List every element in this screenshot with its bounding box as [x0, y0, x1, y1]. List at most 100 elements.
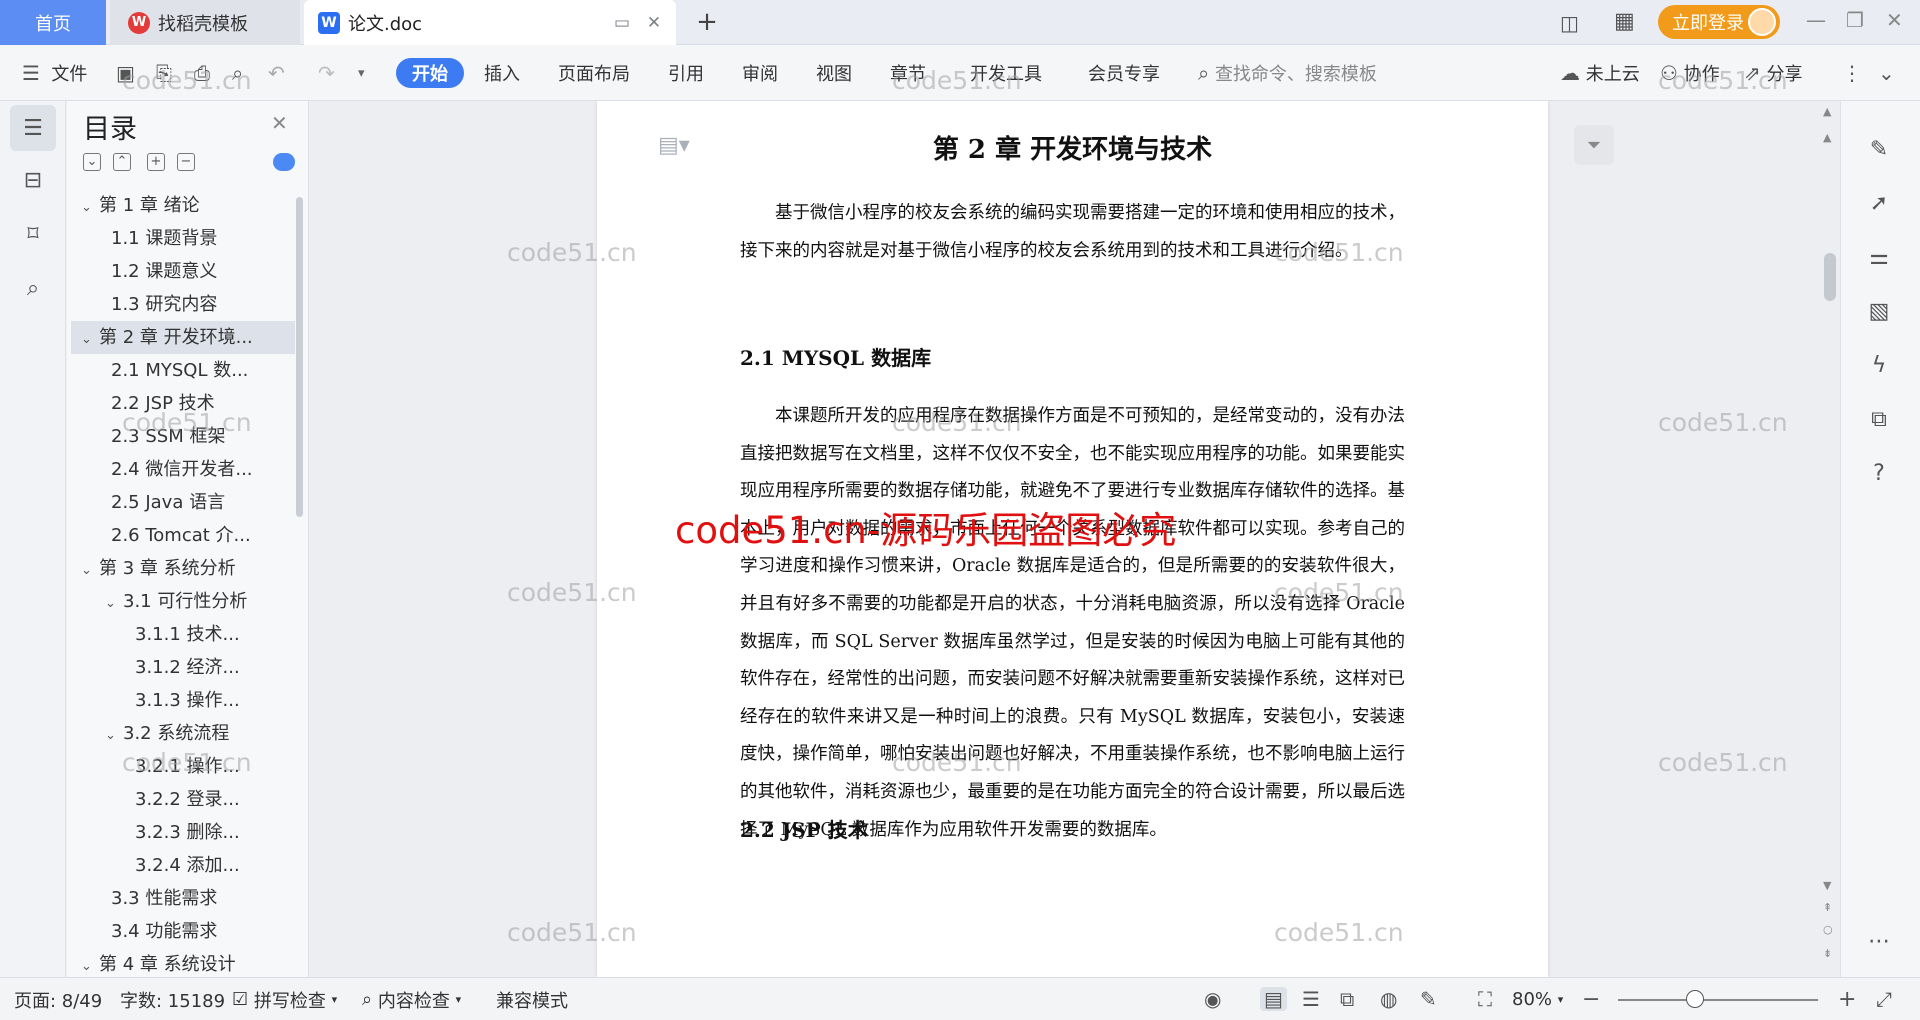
toc-panel-icon[interactable]: ☰: [10, 105, 56, 151]
toc-item[interactable]: 2.2 JSP 技术: [71, 387, 295, 420]
toc-item[interactable]: 3.1.2 经济...: [71, 651, 295, 684]
toc-item[interactable]: 1.1 课题背景: [71, 222, 295, 255]
undo-icon[interactable]: ↶: [268, 45, 285, 101]
chevron-down-icon[interactable]: ⌄: [81, 554, 99, 585]
print-preview-icon[interactable]: ⌕: [232, 45, 243, 101]
command-search[interactable]: ⌕ 查找命令、搜索模板: [1198, 45, 1377, 101]
toc-item[interactable]: 2.1 MYSQL 数...: [71, 354, 295, 387]
prev-page-icon[interactable]: ⇞: [1823, 901, 1832, 914]
toc-item[interactable]: 3.2.1 操作...: [71, 750, 295, 783]
toc-item[interactable]: 1.3 研究内容: [71, 288, 295, 321]
close-tab-icon[interactable]: ✕: [644, 13, 664, 33]
fullscreen-icon[interactable]: ⤢: [1876, 987, 1892, 1011]
menu-references[interactable]: 引用: [668, 45, 704, 101]
toc-item[interactable]: 3.2.2 登录...: [71, 783, 295, 816]
book-search-icon[interactable]: ⧉: [1861, 401, 1897, 437]
cloud-status[interactable]: ☁ 未上云: [1560, 45, 1640, 101]
toc-item[interactable]: 2.4 微信开发者...: [71, 453, 295, 486]
restore-icon[interactable]: ❐: [1846, 8, 1864, 32]
menu-chapter[interactable]: 章节: [890, 45, 926, 101]
chevron-down-icon[interactable]: ⌄: [81, 950, 99, 977]
page-count[interactable]: 页面: 8/49: [14, 978, 102, 1020]
file-menu[interactable]: ☰ 文件: [22, 45, 87, 101]
document-page[interactable]: ▤▾ 第 2 章 开发环境与技术 基于微信小程序的校友会系统的编码实现需要搭建一…: [597, 101, 1548, 977]
collab-button[interactable]: ⚇ 协作: [1660, 45, 1720, 101]
print-icon[interactable]: ⎙: [194, 45, 210, 101]
zoom-out-icon[interactable]: −: [1582, 987, 1600, 1012]
filter-icon[interactable]: ⏷: [1574, 125, 1614, 165]
window-layout-icon[interactable]: ◫: [1560, 11, 1579, 35]
chevron-down-icon[interactable]: ⌄: [105, 587, 123, 618]
bookmark-icon[interactable]: ⌑: [10, 211, 56, 257]
select-browse-icon[interactable]: ○: [1823, 923, 1833, 936]
toc-item[interactable]: 3.4 功能需求: [71, 915, 295, 948]
read-view-icon[interactable]: ⧉: [1340, 987, 1354, 1011]
toc-toggle[interactable]: [273, 153, 295, 171]
word-count[interactable]: 字数: 15189: [120, 978, 225, 1020]
toc-item[interactable]: ⌄ 第 3 章 系统分析: [71, 552, 295, 585]
chevron-down-icon[interactable]: ▾: [358, 45, 365, 101]
cursor-icon[interactable]: ➚: [1861, 185, 1897, 221]
toc-scrollbar[interactable]: [296, 197, 303, 517]
spell-check-button[interactable]: ☑ 拼写检查 ▾: [232, 978, 337, 1020]
apps-grid-icon[interactable]: ▦: [1614, 9, 1635, 34]
toc-item[interactable]: 3.2.4 添加...: [71, 849, 295, 882]
toc-item[interactable]: 2.6 Tomcat 介...: [71, 519, 295, 552]
menu-page-layout[interactable]: 页面布局: [558, 45, 630, 101]
toc-item[interactable]: 1.2 课题意义: [71, 255, 295, 288]
remove-heading-icon[interactable]: −: [177, 153, 195, 171]
menu-member[interactable]: 会员专享: [1088, 45, 1160, 101]
find-icon[interactable]: ⌕: [10, 265, 56, 311]
close-window-icon[interactable]: ✕: [1886, 8, 1903, 32]
toc-item[interactable]: ⌄ 第 2 章 开发环境...: [71, 321, 295, 354]
tab-document[interactable]: W 论文.doc ▭ ✕: [304, 0, 676, 45]
toc-item[interactable]: ⌄ 3.1 可行性分析: [71, 585, 295, 618]
web-view-icon[interactable]: ◍: [1380, 987, 1397, 1011]
more-options-icon[interactable]: ⋯: [1861, 923, 1897, 959]
redo-icon[interactable]: ↷: [318, 45, 335, 101]
close-icon[interactable]: ✕: [271, 111, 288, 135]
scroll-up-icon[interactable]: ▲: [1823, 131, 1831, 144]
toc-item[interactable]: 3.1.1 技术...: [71, 618, 295, 651]
scroll-thumb[interactable]: [1824, 253, 1836, 301]
scroll-top-icon[interactable]: ▲: [1823, 105, 1831, 118]
chevron-down-icon[interactable]: ⌄: [81, 191, 99, 222]
settings-sliders-icon[interactable]: ⚌: [1861, 239, 1897, 275]
login-button[interactable]: 立即登录: [1658, 5, 1780, 39]
share-button[interactable]: ⇗ 分享: [1744, 45, 1803, 101]
zoom-slider[interactable]: [1618, 999, 1818, 1001]
content-check-button[interactable]: ⌕ 内容检查 ▾: [362, 978, 461, 1020]
chevron-down-icon[interactable]: ⌄: [105, 719, 123, 750]
minimize-icon[interactable]: —: [1806, 8, 1826, 32]
zoom-slider-thumb[interactable]: [1686, 990, 1704, 1008]
toc-item[interactable]: ⌄ 第 1 章 绪论: [71, 189, 295, 222]
menu-start[interactable]: 开始: [396, 58, 464, 88]
page-view-icon[interactable]: ▤: [1260, 987, 1287, 1011]
menu-view[interactable]: 视图: [816, 45, 852, 101]
expand-all-icon[interactable]: ⌄: [83, 153, 101, 171]
export-pdf-icon[interactable]: ⎘: [156, 45, 172, 101]
vertical-scrollbar[interactable]: ▲ ▲ ▼ ⇞ ○ ⇟: [1819, 101, 1840, 977]
next-page-icon[interactable]: ⇟: [1823, 947, 1832, 960]
add-heading-icon[interactable]: +: [147, 153, 165, 171]
more-icon[interactable]: ⋮: [1842, 45, 1862, 101]
navigation-icon[interactable]: ⊟: [10, 157, 56, 203]
zoom-in-icon[interactable]: +: [1838, 987, 1856, 1012]
image-edit-icon[interactable]: ▧: [1861, 293, 1897, 329]
collapse-ribbon-icon[interactable]: ⌄: [1878, 45, 1895, 101]
toc-item[interactable]: 3.1.3 操作...: [71, 684, 295, 717]
tab-templates[interactable]: W 找稻壳模板: [110, 0, 300, 45]
monitor-icon[interactable]: ▭: [612, 13, 632, 33]
toc-item[interactable]: ⌄ 3.2 系统流程: [71, 717, 295, 750]
eye-icon[interactable]: ◉: [1204, 987, 1221, 1011]
chevron-down-icon[interactable]: ⌄: [81, 323, 99, 354]
tab-home[interactable]: 首页: [0, 0, 106, 45]
menu-developer[interactable]: 开发工具: [970, 45, 1042, 101]
toc-item[interactable]: 3.2.3 删除...: [71, 816, 295, 849]
collapse-all-icon[interactable]: ⌃: [113, 153, 131, 171]
outline-view-icon[interactable]: ☰: [1302, 987, 1320, 1011]
scroll-down-icon[interactable]: ▼: [1823, 879, 1831, 892]
help-icon[interactable]: ?: [1861, 455, 1897, 491]
toc-item[interactable]: ⌄ 第 4 章 系统设计: [71, 948, 295, 977]
menu-review[interactable]: 审阅: [742, 45, 778, 101]
